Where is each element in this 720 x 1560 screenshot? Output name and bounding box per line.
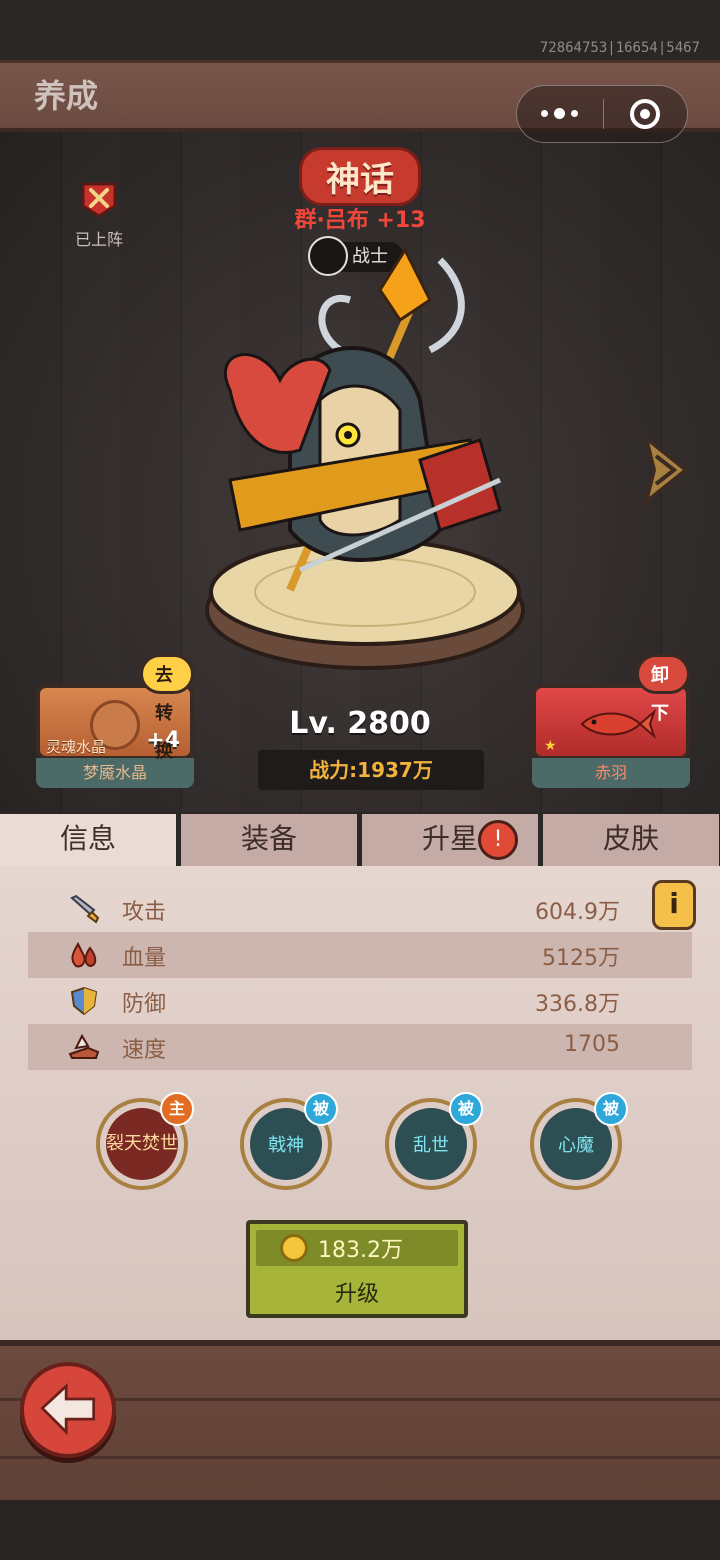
upgrade-cost: 183.2万 bbox=[256, 1230, 458, 1266]
coin-icon bbox=[280, 1234, 308, 1262]
rarity-label: 神话 bbox=[302, 150, 418, 203]
page-title: 养成 bbox=[34, 77, 99, 115]
upgrade-label: 升级 bbox=[334, 1282, 379, 1307]
tab-star-up[interactable]: 升星 ! bbox=[362, 814, 538, 866]
stat-row-speed: 速度 1705 bbox=[28, 1024, 692, 1070]
miniprogram-capsule bbox=[516, 85, 688, 143]
stat-name: 防御 bbox=[122, 992, 167, 1017]
wing-boot-icon bbox=[68, 1033, 100, 1059]
convert-button[interactable]: 去转换 bbox=[140, 654, 194, 762]
skill-type-badge: 被 bbox=[449, 1092, 483, 1126]
tab-bar: 信息 装备 升星 ! 皮肤 bbox=[0, 812, 720, 866]
stat-name: 攻击 bbox=[122, 900, 167, 925]
back-arrow-icon bbox=[40, 1383, 96, 1436]
stat-name: 血量 bbox=[122, 946, 167, 971]
shield-icon bbox=[70, 986, 98, 1016]
next-hero-arrow[interactable] bbox=[636, 430, 696, 510]
hero-shark-warrior-image[interactable] bbox=[170, 230, 550, 690]
info-button[interactable]: i bbox=[652, 880, 696, 930]
target-icon bbox=[630, 99, 661, 129]
skill-type-badge: 主 bbox=[160, 1092, 194, 1126]
skill-main[interactable]: 裂天焚世 主 bbox=[96, 1092, 194, 1190]
stat-row-defense: 防御 336.8万 bbox=[28, 978, 692, 1024]
stat-name: 速度 bbox=[122, 1038, 167, 1063]
stat-value: 5125万 bbox=[542, 946, 620, 971]
rarity-banner: 神话 bbox=[0, 150, 720, 203]
skill-passive-2[interactable]: 乱世 被 bbox=[385, 1092, 483, 1190]
tab-equipment[interactable]: 装备 bbox=[181, 814, 357, 866]
upgrade-button[interactable]: 183.2万 升级 bbox=[246, 1220, 468, 1318]
blood-drop-icon bbox=[71, 941, 97, 968]
upgrade-cost-value: 183.2万 bbox=[318, 1238, 403, 1263]
title-bar: 养成 bbox=[0, 60, 720, 143]
stat-row-hp: 血量 5125万 bbox=[28, 932, 692, 978]
skill-passive-1[interactable]: 戟神 被 bbox=[240, 1092, 338, 1190]
combat-power: 战力:1937万 bbox=[258, 750, 484, 790]
back-button[interactable] bbox=[20, 1362, 116, 1458]
stat-value: 1705 bbox=[564, 1032, 620, 1057]
sword-icon bbox=[70, 894, 100, 924]
player-id-text: 72864753|16654|5467 bbox=[539, 40, 700, 56]
unequip-button[interactable]: 卸下 bbox=[636, 654, 690, 724]
hero-level: Lv. 2800 bbox=[289, 706, 431, 741]
tab-star-up-label: 升星 bbox=[421, 822, 478, 855]
stat-row-attack: 攻击 604.9万 bbox=[28, 886, 692, 932]
stat-value: 336.8万 bbox=[535, 992, 620, 1017]
more-options-button[interactable] bbox=[517, 107, 603, 119]
notification-badge: ! bbox=[478, 820, 518, 860]
skill-type-badge: 被 bbox=[304, 1092, 338, 1126]
tab-info[interactable]: 信息 bbox=[0, 814, 176, 866]
game-screen: 72864753|16654|5467 养成 已上阵 神话 群·吕布 +13 战… bbox=[0, 0, 720, 1560]
skill-passive-3[interactable]: 心魔 被 bbox=[530, 1092, 628, 1190]
tab-skin[interactable]: 皮肤 bbox=[543, 814, 719, 866]
close-miniprogram-button[interactable] bbox=[604, 99, 688, 129]
stat-value: 604.9万 bbox=[535, 900, 620, 925]
pet-name: 赤羽 bbox=[532, 758, 690, 788]
skill-type-badge: 被 bbox=[594, 1092, 628, 1126]
